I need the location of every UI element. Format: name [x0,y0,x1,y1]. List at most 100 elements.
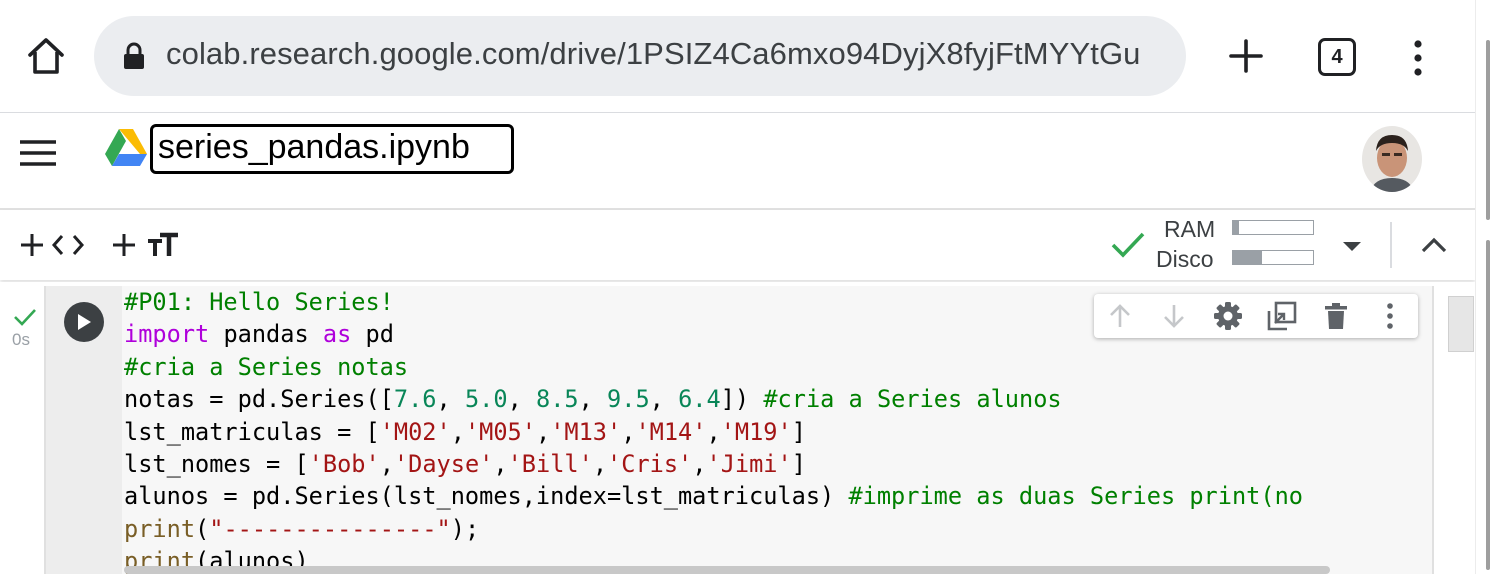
disk-usage-fill [1233,251,1262,264]
code-token: lst_matriculas = [ [124,417,380,446]
play-icon [78,314,91,330]
code-token: , [706,417,721,446]
code-token: pandas [209,320,323,349]
ram-label[interactable]: RAM [1164,216,1215,243]
code-token: , [493,449,508,478]
code-token: 8.5 [535,385,579,414]
chevron-up-icon [1421,237,1447,253]
code-token: , [692,449,707,478]
google-drive-icon[interactable] [104,128,148,168]
code-token: ]) [720,385,764,414]
code-token: , [578,385,608,414]
code-token: , [436,385,465,414]
code-token: ); [450,514,480,543]
lock-icon[interactable] [122,42,146,70]
code-token: ] [791,417,806,446]
add-code-cell-button[interactable] [18,228,88,262]
home-button[interactable] [24,34,68,78]
code-token: 9.5 [607,385,650,414]
code-token: , [649,385,679,414]
code-token: 5.0 [464,385,508,414]
code-line[interactable]: lst_matriculas = ['M02','M05','M13','M14… [124,416,1424,448]
move-cell-down-button[interactable] [1158,300,1190,332]
code-token: as [322,320,352,349]
tab-switcher-button[interactable]: 4 [1318,38,1356,76]
code-line[interactable]: print("---------------"); [124,513,1424,545]
code-token: #cria a Series alunos [763,385,1062,414]
code-horizontal-scrollbar[interactable] [124,566,1330,574]
code-token: , [592,449,608,478]
move-cell-up-button[interactable] [1104,300,1136,332]
toolbar-divider [1390,222,1392,268]
code-token: import [124,320,210,349]
chevron-down-icon [1343,242,1361,251]
code-token: 'M13' [550,417,622,446]
notebook-scrollbar[interactable] [1448,296,1474,352]
add-code-icon [21,234,85,256]
code-token: 'Bob' [308,449,380,478]
code-token: #P01: Hello Series! [124,288,394,316]
code-token: "---------------" [209,514,451,543]
mirror-cell-icon [1267,301,1297,331]
add-text-cell-button[interactable] [110,228,182,262]
url-text[interactable]: colab.research.google.com/drive/1PSIZ4Ca… [166,36,1141,72]
code-token: , [621,417,636,446]
code-token: , [450,417,465,446]
mirror-cell-button[interactable] [1266,300,1298,332]
code-token: 'M14' [635,417,707,446]
collapse-header-button[interactable] [1420,234,1448,256]
cell-executed-check-icon [12,306,38,328]
code-token: lst_nomes = [ [124,449,309,478]
code-token: , [507,385,536,414]
code-token: #cria a Series notas [124,352,409,381]
delete-cell-button[interactable] [1320,300,1352,332]
code-token: ( [195,514,210,543]
code-token: pd [351,320,394,349]
cell-execution-time: 0s [12,330,30,349]
code-token: ] [791,449,806,478]
code-token: 7.6 [393,385,437,414]
code-token: alunos = pd.Series(lst_nomes,index=lst_m… [124,482,849,511]
arrow-up-icon [1110,304,1130,327]
code-token: 'Dayse' [393,449,494,478]
ram-usage-meter[interactable] [1232,220,1314,235]
notebook-title[interactable]: series_pandas.ipynb [158,128,470,167]
code-token: 'M02' [379,417,451,446]
avatar[interactable] [1362,126,1422,192]
resources-dropdown-button[interactable] [1340,238,1364,254]
code-token: #imprime as duas Series print(no [848,482,1303,511]
disk-label[interactable]: Disco [1156,246,1214,273]
code-token: , [535,417,551,446]
more-vert-icon [1414,40,1422,76]
arrow-down-icon [1164,305,1184,328]
run-cell-button[interactable] [64,302,104,342]
code-token: 'M05' [464,417,536,446]
browser-menu-button[interactable] [1406,38,1430,78]
home-icon [28,38,64,74]
check-icon[interactable] [1110,230,1146,260]
code-token: 'Jimi' [706,449,792,478]
cell-toolbar [1094,294,1418,338]
page-scrollbar-thumb-lower[interactable] [1486,240,1490,570]
plus-icon [1229,39,1263,73]
code-line[interactable]: notas = pd.Series([7.6, 5.0, 8.5, 9.5, 6… [124,383,1424,415]
code-token: 6.4 [678,385,721,414]
main-menu-button[interactable] [18,137,58,169]
code-token: print [124,514,196,543]
add-text-icon [113,232,178,256]
cell-settings-button[interactable] [1212,300,1244,332]
page-scrollbar-thumb[interactable] [1486,40,1490,220]
code-token: 'Bill' [507,449,593,478]
new-tab-button[interactable] [1224,34,1268,78]
code-line[interactable]: alunos = pd.Series(lst_nomes,index=lst_m… [124,480,1424,512]
code-line[interactable]: lst_nomes = ['Bob','Dayse','Bill','Cris'… [124,448,1424,480]
code-token: notas = pd.Series([ [124,385,394,414]
trash-icon [1325,303,1347,329]
more-vert-icon [1387,303,1393,329]
gear-icon [1214,302,1242,330]
cell-more-button[interactable] [1374,300,1406,332]
disk-usage-meter[interactable] [1232,250,1314,265]
hamburger-icon [20,140,56,166]
ram-usage-fill [1233,221,1239,234]
code-line[interactable]: #cria a Series notas [124,351,1424,383]
